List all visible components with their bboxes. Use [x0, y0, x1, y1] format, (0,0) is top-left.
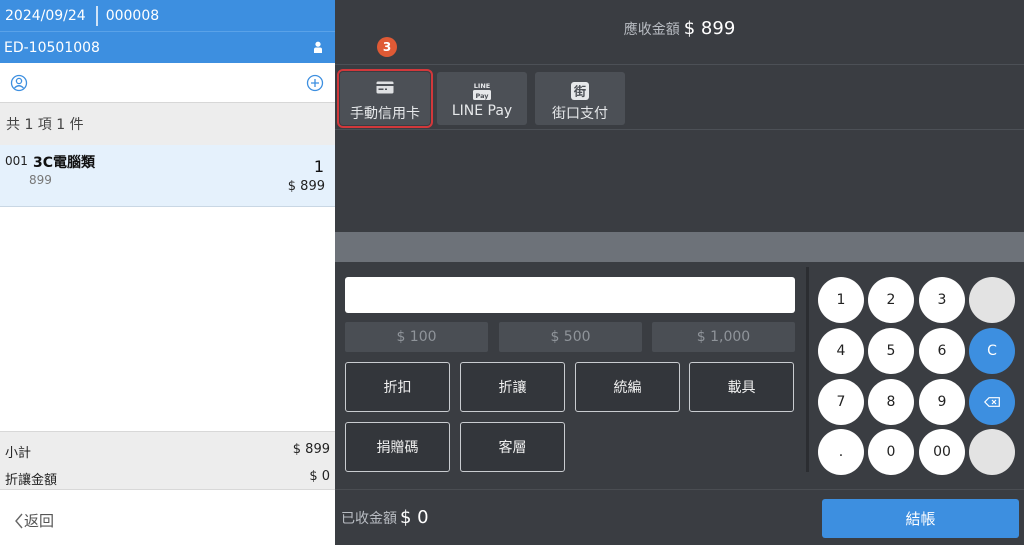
payment-method-credit-card[interactable]: 手動信用卡	[337, 69, 433, 128]
device-bar: ED-10501008	[0, 31, 335, 63]
allowance-button[interactable]: 折讓	[460, 362, 565, 412]
chevron-left-icon	[15, 513, 23, 528]
amount-due-value: $ 899	[683, 18, 736, 39]
key-7[interactable]: 7	[818, 379, 864, 425]
quick-amount-1000[interactable]: $ 1,000	[652, 322, 795, 352]
key-1[interactable]: 1	[818, 277, 864, 323]
donation-code-button[interactable]: 捐贈碼	[345, 422, 450, 472]
order-date: 2024/09/24	[5, 7, 86, 24]
add-customer-icon[interactable]	[306, 74, 324, 96]
amount-due: 應收金額 $ 899	[335, 18, 1024, 39]
key-8[interactable]: 8	[868, 379, 914, 425]
payment-method-line-pay[interactable]: LINE Pay LINE Pay	[437, 72, 527, 125]
key-blank-1[interactable]	[969, 277, 1015, 323]
quick-amount-500[interactable]: $ 500	[499, 322, 642, 352]
jkos-pay-icon: 街	[535, 81, 625, 101]
payment-methods: 手動信用卡 LINE Pay LINE Pay 街 街口支付	[335, 64, 1024, 130]
key-decimal[interactable]: .	[818, 429, 864, 475]
key-2[interactable]: 2	[868, 277, 914, 323]
amount-due-label: 應收金額	[623, 22, 680, 38]
subtotal-label: 小計	[5, 446, 32, 461]
discount-label: 折讓金額	[5, 473, 58, 488]
cart-item-row[interactable]: 001 3C電腦類 899 1 $ 899	[0, 145, 335, 207]
order-number: 000008	[105, 7, 160, 24]
customer-icon[interactable]	[10, 74, 28, 96]
item-quantity: 1	[313, 157, 324, 176]
key-6[interactable]: 6	[919, 328, 965, 374]
tax-id-button[interactable]: 統編	[575, 362, 680, 412]
payment-method-label: LINE Pay	[451, 103, 513, 119]
item-unit-price: 899	[29, 173, 52, 187]
payment-footer: 已收金額 $ 0 結帳	[335, 489, 1024, 545]
device-id: ED-10501008	[4, 39, 100, 56]
item-total: $ 899	[287, 179, 325, 194]
header-divider	[95, 5, 98, 26]
amount-input[interactable]	[345, 277, 795, 313]
checkout-button[interactable]: 結帳	[822, 499, 1019, 538]
customer-row	[0, 63, 335, 103]
subtotal-row: 小計 $ 899	[0, 436, 335, 462]
key-blank-2[interactable]	[969, 429, 1015, 475]
payment-panel: 應收金額 $ 899 3 手動信用卡 LINE Pay LINE Pay 街 街…	[335, 0, 1024, 545]
back-label: 返回	[24, 512, 55, 530]
line-pay-icon-bottom: Pay	[475, 92, 489, 100]
line-pay-icon: LINE Pay	[437, 81, 527, 101]
back-button[interactable]: 返回	[14, 510, 54, 531]
input-area: $ 100 $ 500 $ 1,000 折扣 折讓 統編 載具 捐贈碼 客層 1…	[335, 262, 1024, 489]
back-row: 返回	[0, 489, 335, 545]
discount-value: $ 0	[309, 469, 330, 484]
item-number: 001	[5, 154, 28, 168]
line-pay-icon-top: LINE	[474, 82, 490, 90]
key-4[interactable]: 4	[818, 328, 864, 374]
key-5[interactable]: 5	[868, 328, 914, 374]
payment-method-label: 手動信用卡	[350, 106, 420, 122]
subtotal-value: $ 899	[292, 442, 330, 457]
divider-bar	[335, 232, 1024, 262]
key-0[interactable]: 0	[868, 429, 914, 475]
user-icon[interactable]	[313, 41, 323, 57]
summary-box: 小計 $ 899 折讓金額 $ 0	[0, 431, 335, 489]
key-9[interactable]: 9	[919, 379, 965, 425]
payment-method-jkos[interactable]: 街 街口支付	[535, 72, 625, 125]
credit-card-icon	[340, 81, 430, 94]
key-00[interactable]: 00	[919, 429, 965, 475]
order-header: 2024/09/24 000008	[0, 0, 335, 31]
received-amount: 已收金額 $ 0	[341, 507, 429, 528]
quick-amount-100[interactable]: $ 100	[345, 322, 488, 352]
received-label: 已收金額	[341, 511, 397, 527]
key-backspace[interactable]	[969, 379, 1015, 425]
payment-detail-area	[335, 130, 1024, 232]
key-clear[interactable]: C	[969, 328, 1015, 374]
received-value: $ 0	[400, 507, 429, 528]
notification-badge: 3	[377, 37, 397, 57]
jkos-icon-text: 街	[573, 84, 586, 99]
backspace-icon	[984, 397, 1000, 407]
customer-segment-button[interactable]: 客層	[460, 422, 565, 472]
discount-row: 折讓金額 $ 0	[0, 463, 335, 489]
item-count-bar: 共 1 項 1 件	[0, 103, 335, 145]
key-3[interactable]: 3	[919, 277, 965, 323]
payment-method-label: 街口支付	[552, 106, 608, 122]
keypad-divider	[806, 267, 809, 472]
item-name: 3C電腦類	[33, 155, 96, 171]
discount-button[interactable]: 折扣	[345, 362, 450, 412]
order-panel: 2024/09/24 000008 ED-10501008 共 1 項 1 件 …	[0, 0, 335, 545]
carrier-button[interactable]: 載具	[689, 362, 794, 412]
item-count: 共 1 項 1 件	[6, 117, 84, 133]
